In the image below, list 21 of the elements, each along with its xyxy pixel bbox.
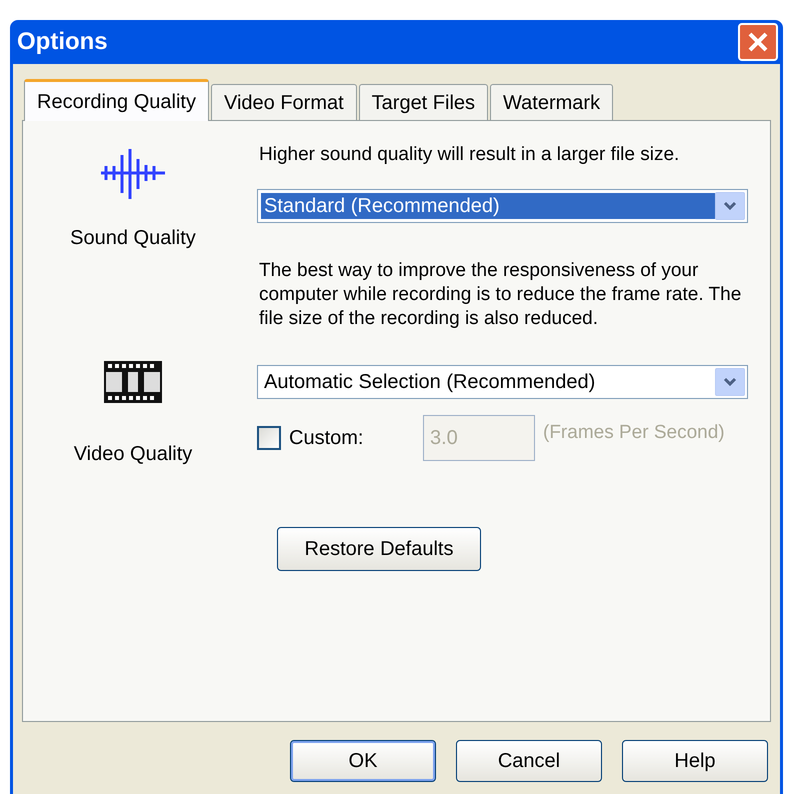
close-icon xyxy=(747,31,769,53)
video-hint-text: The best way to improve the responsiveness of your computer while recording is to reduce the frame rate. The file size of the recording is also reduced. xyxy=(259,259,742,331)
tab[interactable]: Watermark xyxy=(490,84,614,120)
sound-quality-label: Sound Quality xyxy=(70,226,196,251)
window-title: Options xyxy=(17,27,108,57)
close-button[interactable] xyxy=(738,23,778,61)
custom-label: Custom: xyxy=(289,426,364,451)
video-quality-label: Video Quality xyxy=(74,442,192,467)
film-strip-icon xyxy=(104,361,162,403)
sound-wave-icon xyxy=(100,147,166,199)
sound-hint-text: Higher sound quality will result in a larger file size. xyxy=(259,143,680,167)
restore-defaults-button[interactable]: Restore Defaults xyxy=(277,527,481,571)
dropdown[interactable]: Automatic Selection (Recommended) xyxy=(257,365,748,399)
dialog-button[interactable]: Cancel xyxy=(456,740,602,782)
dropdown[interactable]: Standard (Recommended) xyxy=(257,189,748,223)
tab[interactable]: Target Files xyxy=(358,84,488,120)
tab[interactable]: Video Format xyxy=(210,84,357,120)
frames-per-second-label: (Frames Per Second) xyxy=(543,421,725,445)
tab[interactable]: Recording Quality xyxy=(24,79,209,121)
dialog-button[interactable]: OK xyxy=(290,740,436,782)
dialog-button[interactable]: Help xyxy=(622,740,768,782)
